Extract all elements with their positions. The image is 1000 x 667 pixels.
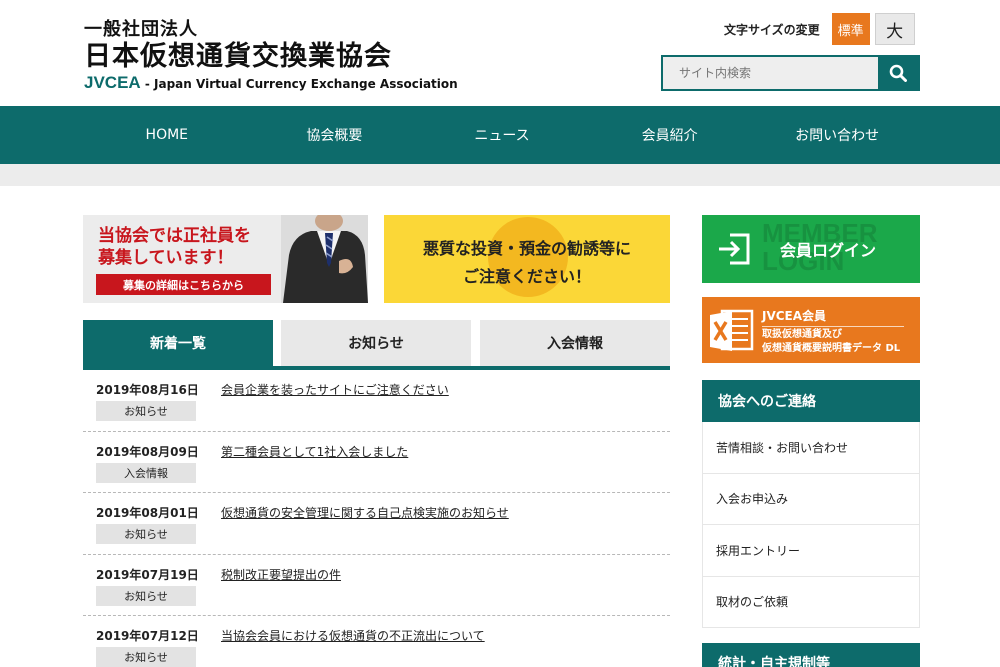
news-title-link[interactable]: 会員企業を装ったサイトにご注意ください bbox=[221, 381, 449, 398]
site-header: 一般社団法人 日本仮想通貨交換業協会 JVCEA - Japan Virtual… bbox=[0, 0, 1000, 106]
search-icon bbox=[889, 64, 907, 82]
recruit-banner[interactable]: 当協会では正社員を 募集しています！ 募集の詳細はこちらから bbox=[83, 215, 368, 303]
jvcea-desc-line2: 仮想通貨概要説明書データ DL bbox=[762, 343, 901, 354]
contact-link-recruitment[interactable]: 採用エントリー bbox=[702, 525, 920, 577]
list-item: 2019年08月09日 入会情報 第二種会員として1社入会しました bbox=[83, 432, 670, 493]
list-item: 2019年07月19日 お知らせ 税制改正要望提出の件 bbox=[83, 555, 670, 616]
logo-subtitle: JVCEA - Japan Virtual Currency Exchange … bbox=[84, 74, 458, 93]
logo-abbr: JVCEA bbox=[84, 73, 141, 92]
nav-item-home[interactable]: HOME bbox=[83, 106, 251, 164]
news-list: 2019年08月16日 お知らせ 会員企業を装ったサイトにご注意ください 201… bbox=[83, 370, 670, 667]
news-title-link[interactable]: 当協会会員における仮想通貨の不正流出について bbox=[221, 627, 485, 644]
member-login-button[interactable]: MEMBER LOGIN 会員ログイン bbox=[702, 215, 920, 283]
recruit-banner-line2: 募集しています！ bbox=[98, 248, 234, 268]
site-search bbox=[661, 55, 920, 91]
recruit-banner-heading: 当協会では正社員を 募集しています！ bbox=[98, 225, 251, 269]
font-size-standard-button[interactable]: 標準 bbox=[831, 13, 870, 45]
excel-icon bbox=[710, 309, 754, 351]
nav-item-news[interactable]: ニュース bbox=[418, 106, 586, 164]
list-item: 2019年07月12日 お知らせ 当協会会員における仮想通貨の不正流出について bbox=[83, 616, 670, 667]
tab-latest[interactable]: 新着一覧 bbox=[83, 320, 273, 366]
news-category-badge: お知らせ bbox=[96, 401, 196, 421]
jvcea-download-desc: 取扱仮想通貨及び 仮想通貨概要説明書データ DL bbox=[762, 328, 900, 356]
list-item: 2019年08月01日 お知らせ 仮想通貨の安全管理に関する自己点検実施のお知ら… bbox=[83, 493, 670, 555]
recruit-banner-cta: 募集の詳細はこちらから bbox=[96, 274, 271, 295]
warning-banner-text: 悪質な投資・預金の勧誘等に ご注意ください！ bbox=[384, 235, 670, 291]
news-date: 2019年07月12日 bbox=[96, 629, 199, 643]
news-tabs: 新着一覧 お知らせ 入会情報 bbox=[83, 320, 670, 370]
warning-line1: 悪質な投資・預金の勧誘等に bbox=[422, 239, 631, 258]
tab-notices[interactable]: お知らせ bbox=[281, 320, 471, 366]
news-date: 2019年07月19日 bbox=[96, 567, 199, 582]
login-label: 会員ログイン bbox=[780, 241, 877, 260]
login-icon bbox=[719, 233, 750, 265]
nav-item-about[interactable]: 協会概要 bbox=[251, 106, 419, 164]
logo-english-name: - Japan Virtual Currency Exchange Associ… bbox=[144, 77, 458, 91]
jvcea-download-title: JVCEA会員 bbox=[762, 307, 904, 327]
font-size-large-button[interactable]: 大 bbox=[874, 13, 915, 45]
jvcea-member-download[interactable]: JVCEA会員 取扱仮想通貨及び 仮想通貨概要説明書データ DL bbox=[702, 297, 920, 363]
fraud-warning-banner[interactable]: 悪質な投資・預金の勧誘等に ご注意ください！ bbox=[384, 215, 670, 303]
nav-item-members[interactable]: 会員紹介 bbox=[586, 106, 754, 164]
nav-item-contact[interactable]: お問い合わせ bbox=[753, 106, 921, 164]
contact-link-press[interactable]: 取材のご依頼 bbox=[702, 576, 920, 628]
news-category-badge: お知らせ bbox=[96, 647, 196, 667]
news-date: 2019年08月01日 bbox=[96, 506, 199, 520]
main-nav: HOME 協会概要 ニュース 会員紹介 お問い合わせ bbox=[0, 106, 1000, 164]
search-button[interactable] bbox=[878, 57, 918, 89]
warning-line2: ご注意ください！ bbox=[462, 267, 591, 286]
news-date: 2019年08月09日 bbox=[96, 444, 199, 459]
jvcea-desc-line1: 取扱仮想通貨及び bbox=[762, 329, 842, 340]
logo-org-type: 一般社団法人 bbox=[84, 19, 198, 40]
news-title-link[interactable]: 第二種会員として1社入会しました bbox=[221, 443, 408, 460]
contact-panel-heading: 協会へのご連絡 bbox=[702, 380, 920, 422]
contact-panel: 協会へのご連絡 苦情相談・お問い合わせ 入会お申込み 採用エントリー 取材のご依… bbox=[702, 380, 920, 628]
news-category-badge: お知らせ bbox=[96, 585, 196, 606]
recruit-banner-line1: 当協会では正社員を bbox=[98, 226, 251, 246]
news-date: 2019年08月16日 bbox=[96, 383, 199, 397]
list-item: 2019年08月16日 お知らせ 会員企業を装ったサイトにご注意ください bbox=[83, 370, 670, 432]
font-size-switcher: 文字サイズの変更 標準 大 bbox=[724, 13, 915, 45]
tab-membership-info[interactable]: 入会情報 bbox=[480, 320, 670, 366]
news-category-badge: 入会情報 bbox=[96, 462, 196, 483]
contact-link-complaints[interactable]: 苦情相談・お問い合わせ bbox=[702, 422, 920, 474]
nav-sub-bar bbox=[0, 164, 1000, 186]
contact-link-membership-application[interactable]: 入会お申込み bbox=[702, 473, 920, 525]
logo-org-name: 日本仮想通貨交換業協会 bbox=[84, 41, 392, 72]
stats-panel-heading[interactable]: 統計・自主規制等 bbox=[702, 643, 920, 667]
businessman-image bbox=[281, 215, 368, 303]
news-title-link[interactable]: 税制改正要望提出の件 bbox=[221, 566, 341, 583]
news-category-badge: お知らせ bbox=[96, 524, 196, 544]
site-logo[interactable]: 一般社団法人 日本仮想通貨交換業協会 JVCEA - Japan Virtual… bbox=[84, 20, 458, 93]
search-input[interactable] bbox=[663, 57, 878, 89]
font-size-label: 文字サイズの変更 bbox=[724, 22, 820, 37]
news-title-link[interactable]: 仮想通貨の安全管理に関する自己点検実施のお知らせ bbox=[221, 504, 509, 521]
